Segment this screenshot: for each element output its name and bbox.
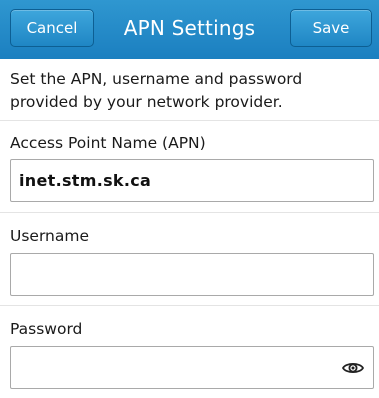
password-label: Password	[10, 320, 83, 338]
divider	[0, 212, 379, 213]
title-bar: Cancel APN Settings Save	[0, 0, 379, 59]
divider	[0, 120, 379, 121]
apn-input[interactable]	[10, 159, 374, 202]
username-input[interactable]	[10, 253, 374, 296]
instructions-text: Set the APN, username and password provi…	[10, 70, 303, 111]
eye-icon[interactable]	[341, 356, 365, 380]
password-input[interactable]	[10, 346, 374, 389]
divider	[0, 305, 379, 306]
username-label: Username	[10, 227, 90, 245]
save-button[interactable]: Save	[290, 9, 372, 47]
apn-label: Access Point Name (APN)	[10, 134, 206, 152]
